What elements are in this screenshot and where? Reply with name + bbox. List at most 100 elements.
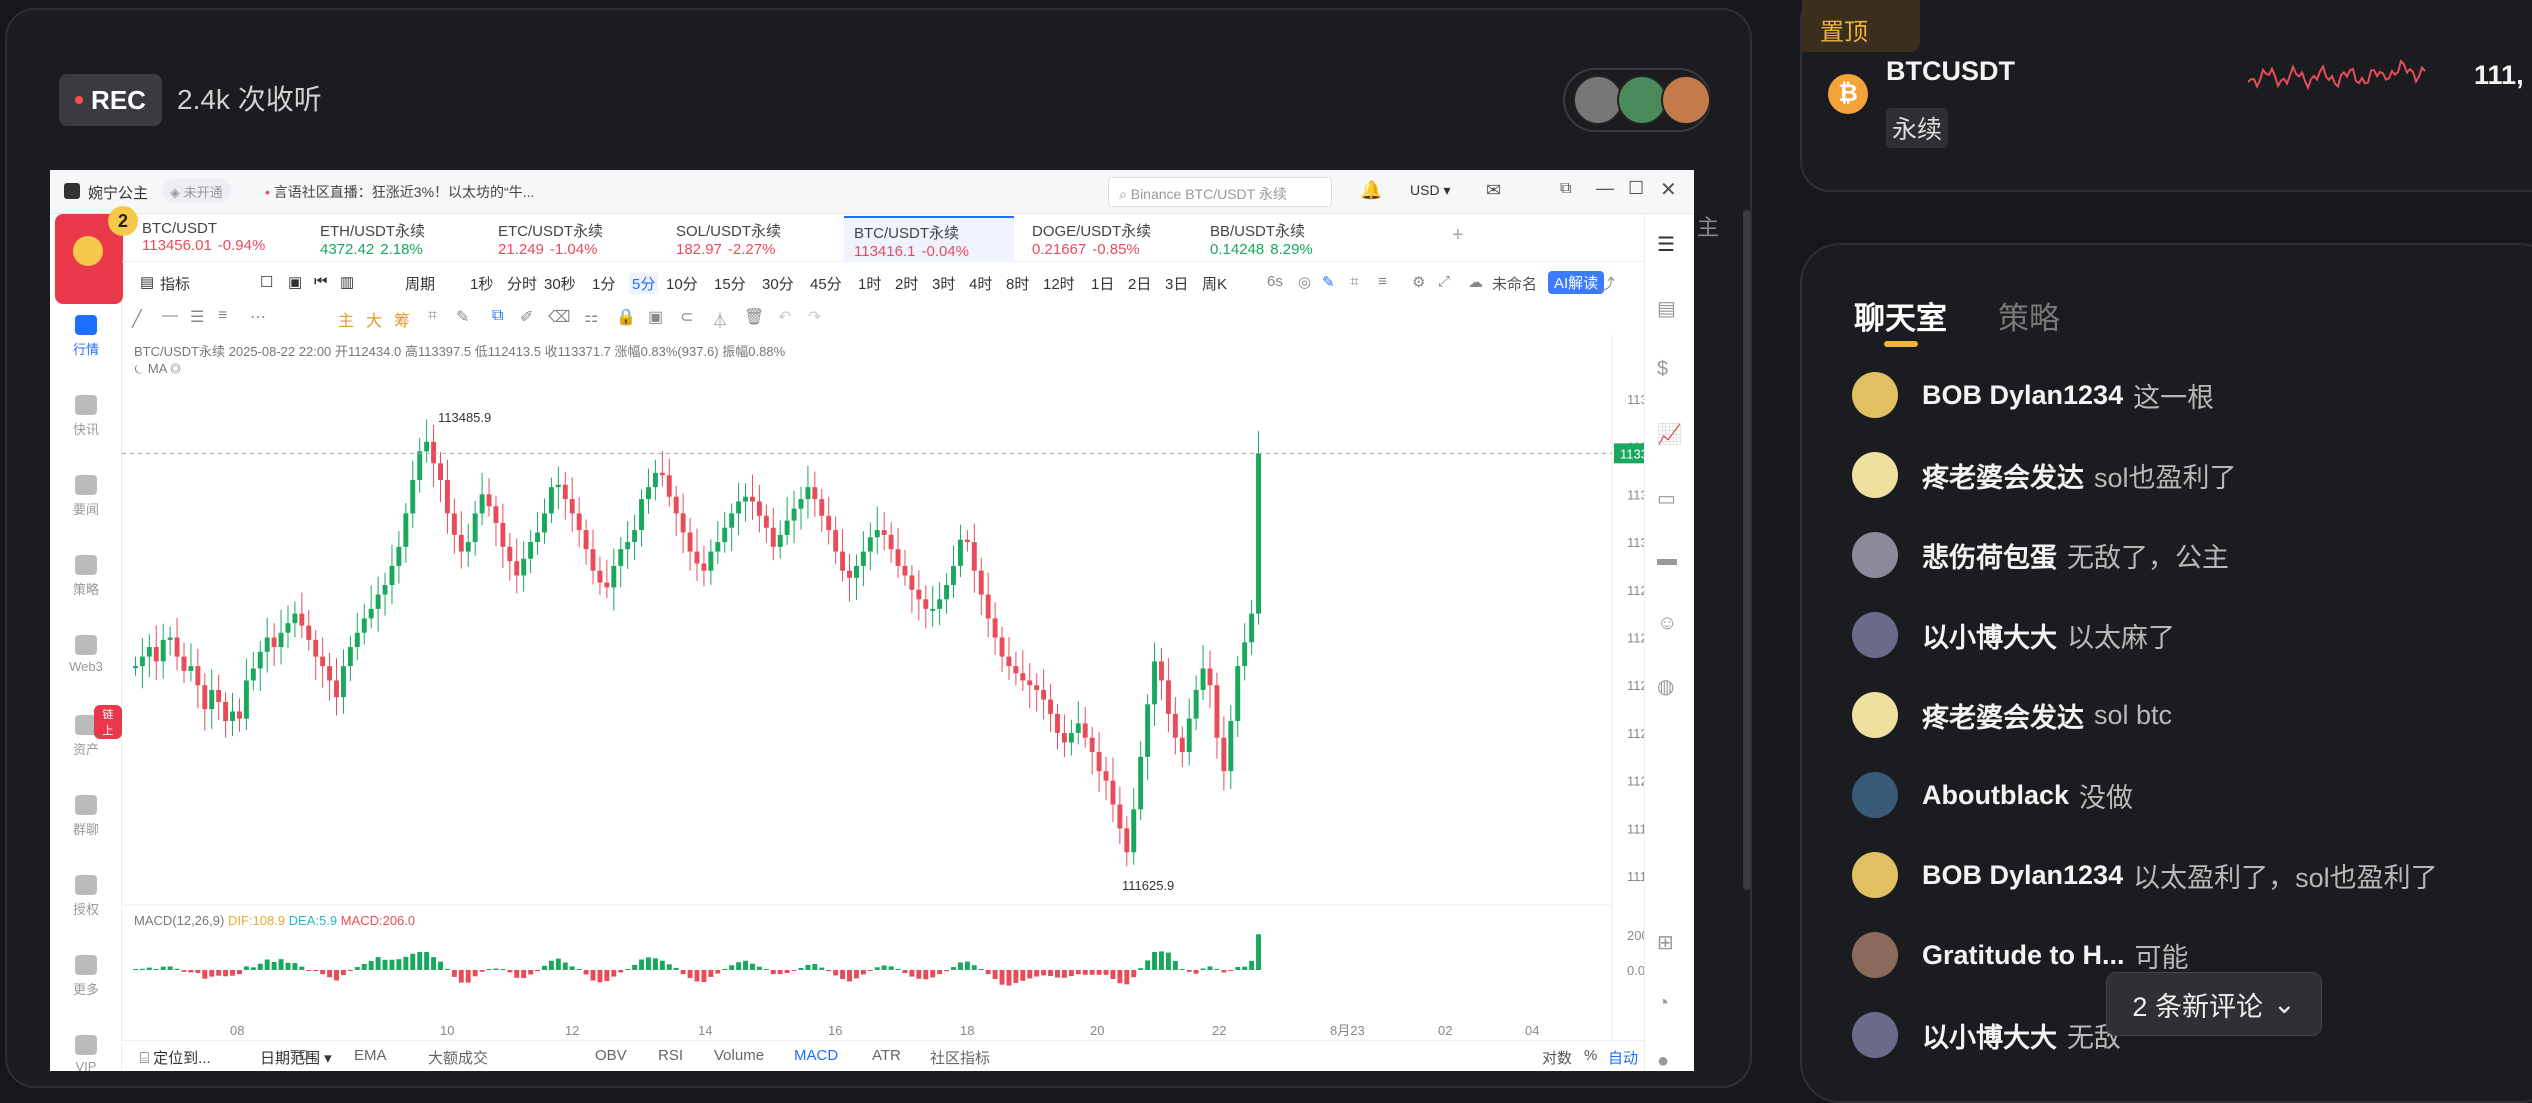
currency-select[interactable]: USD ▾ bbox=[1410, 182, 1450, 199]
symbol-tab[interactable]: BTC/USDT永续 113416.1 -0.04% bbox=[844, 216, 1014, 262]
symbol-tab[interactable]: ETC/USDT永续 21.249 -1.04% bbox=[488, 216, 658, 262]
chart-svg[interactable]: 113600.0113400.0113200.0113000.0112800.0… bbox=[122, 335, 1644, 1070]
nav-item[interactable]: 快讯 bbox=[50, 395, 122, 438]
nav-item[interactable]: 资产 链上 bbox=[50, 705, 122, 758]
indicator-toggle-0[interactable]: TD bbox=[290, 1047, 310, 1064]
lock-icon[interactable]: 🔒 bbox=[616, 307, 636, 327]
ma-legend[interactable]: ⏾ MA ◎ bbox=[134, 361, 181, 377]
line-tool-icon[interactable]: ╱ bbox=[132, 309, 142, 329]
chat-username[interactable]: Gratitude to H... bbox=[1922, 940, 2125, 971]
interval-3[interactable]: 1分 bbox=[592, 273, 615, 294]
indicator-toggle-2[interactable]: 大额成交 bbox=[428, 1047, 488, 1068]
symbol-tab[interactable]: BB/USDT永续 0.14248 8.29% bbox=[1200, 216, 1370, 262]
scrollbar[interactable] bbox=[1743, 210, 1750, 890]
interval-10[interactable]: 2时 bbox=[895, 273, 918, 294]
candlestick-chart[interactable]: 113600.0113400.0113200.0113000.0112800.0… bbox=[122, 335, 1692, 1070]
more-tools-icon[interactable]: ⋯ bbox=[250, 307, 266, 327]
layout-panel-icon[interactable]: ⊞ bbox=[1657, 930, 1674, 955]
chat-username[interactable]: Aboutblack bbox=[1922, 780, 2069, 811]
percent-scale-toggle[interactable]: % bbox=[1584, 1047, 1597, 1064]
indicator-toggle-8[interactable]: 社区指标 bbox=[930, 1047, 990, 1068]
copy-icon[interactable]: ⧉ bbox=[492, 307, 503, 325]
listener-avatars[interactable] bbox=[1563, 68, 1711, 132]
interval-13[interactable]: 8时 bbox=[1006, 273, 1029, 294]
chat-message[interactable]: BOB Dylan1234 以太盈利了，sol也盈利了 bbox=[1852, 845, 2438, 905]
chat-message[interactable]: 以小博大大 以太麻了 bbox=[1852, 605, 2175, 665]
auto-scale-toggle[interactable]: 自动 bbox=[1608, 1047, 1638, 1068]
replay-icon[interactable]: ⏮ bbox=[314, 273, 328, 290]
interval-6[interactable]: 15分 bbox=[714, 273, 746, 294]
interval-8[interactable]: 45分 bbox=[810, 273, 842, 294]
symbol-tab[interactable]: SOL/USDT永续 182.97 -2.27% bbox=[666, 216, 836, 262]
layout-name-select[interactable]: 未命名 bbox=[1492, 273, 1537, 294]
period-select[interactable]: 周期 bbox=[405, 273, 435, 294]
maximize-icon[interactable]: ☐ bbox=[1628, 178, 1644, 199]
avatar[interactable] bbox=[1852, 372, 1898, 418]
nav-item[interactable]: 授权 bbox=[50, 875, 122, 918]
layout-icon[interactable]: ▣ bbox=[288, 273, 302, 291]
chart-up-icon[interactable]: 📈 bbox=[1657, 422, 1682, 447]
trash-icon[interactable]: 🗑 bbox=[744, 307, 764, 327]
hline-tool-icon[interactable]: — bbox=[162, 307, 178, 325]
indicator-toggle-1[interactable]: EMA bbox=[354, 1047, 387, 1064]
chat-username[interactable]: BOB Dylan1234 bbox=[1922, 380, 2123, 411]
dollar-icon[interactable]: $ bbox=[1657, 358, 1668, 381]
redo-icon[interactable]: ↷ bbox=[808, 307, 821, 327]
interval-5[interactable]: 10分 bbox=[666, 273, 698, 294]
fullscreen-icon[interactable]: ⤢ bbox=[1438, 273, 1450, 290]
chip-tool[interactable]: 筹 bbox=[394, 307, 410, 331]
big-order-tool[interactable]: 大 bbox=[366, 307, 382, 331]
avatar[interactable] bbox=[1852, 932, 1898, 978]
settings-icon[interactable]: ⚙ bbox=[1412, 273, 1425, 291]
bell-icon[interactable]: 🔔 bbox=[1360, 180, 1382, 201]
chat-bubble-icon[interactable]: ● bbox=[1657, 1050, 1669, 1071]
chat-username[interactable]: 以小博大大 bbox=[1922, 1016, 2057, 1055]
tab-chatroom[interactable]: 聊天室 bbox=[1854, 293, 1947, 338]
monitor-icon[interactable]: ▭ bbox=[1657, 486, 1676, 511]
mail-icon[interactable]: ✉ bbox=[1486, 180, 1501, 201]
avatar[interactable] bbox=[1852, 1012, 1898, 1058]
chat-username[interactable]: 悲伤荷包蛋 bbox=[1922, 536, 2057, 575]
interval-2[interactable]: 30秒 bbox=[544, 273, 576, 294]
indicator-toggle-4[interactable]: RSI bbox=[658, 1047, 683, 1064]
eraser-icon[interactable]: ⌫ bbox=[548, 307, 571, 327]
user-name[interactable]: 婉宁公主 bbox=[88, 182, 148, 203]
avatar[interactable] bbox=[1852, 852, 1898, 898]
interval-1[interactable]: 分时 bbox=[507, 273, 537, 294]
tab-strategy[interactable]: 策略 bbox=[1998, 293, 2060, 338]
indicator-toggle-6[interactable]: MACD bbox=[794, 1047, 838, 1064]
symbol-tab[interactable]: ETH/USDT永续 4372.42 2.18% bbox=[310, 216, 480, 262]
chat-message[interactable]: 疼老婆会发达 sol btc bbox=[1852, 685, 2172, 745]
pattern-icon[interactable]: ⚏ bbox=[584, 307, 598, 327]
interval-9[interactable]: 1时 bbox=[858, 273, 881, 294]
nav-item[interactable]: 要闻 bbox=[50, 475, 122, 518]
status-badge[interactable]: ◈ 未开通 bbox=[162, 179, 231, 203]
nav-item[interactable]: Web3 bbox=[50, 635, 122, 674]
chat-username[interactable]: 疼老婆会发达 bbox=[1922, 696, 2084, 735]
avatar[interactable] bbox=[1852, 532, 1898, 578]
locate-button[interactable]: ⌸ 定位到... bbox=[140, 1047, 211, 1068]
nav-item[interactable]: 行情 bbox=[50, 315, 122, 358]
interval-16[interactable]: 2日 bbox=[1128, 273, 1151, 294]
interval-18[interactable]: 周K bbox=[1202, 273, 1227, 294]
interval-4[interactable]: 5分 bbox=[629, 273, 659, 294]
replay-mark-icon[interactable]: ⌗ bbox=[1350, 273, 1358, 290]
new-comments-button[interactable]: 2 条新评论 ⌄ bbox=[2106, 972, 2322, 1036]
card-icon[interactable]: ▬ bbox=[1657, 548, 1677, 571]
brush-icon[interactable]: ✎ bbox=[456, 307, 469, 327]
indicator-button[interactable]: 指标 bbox=[160, 273, 190, 294]
indicator-toggle-5[interactable]: Volume bbox=[714, 1047, 764, 1064]
nav-item[interactable]: 群聊 bbox=[50, 795, 122, 838]
indicator-icon[interactable]: ▤ bbox=[140, 273, 154, 291]
magnet-icon[interactable]: ⊂ bbox=[680, 307, 693, 327]
nav-item[interactable]: 更多 bbox=[50, 955, 122, 998]
filter-icon[interactable]: ⏃ bbox=[712, 307, 728, 331]
interval-11[interactable]: 3时 bbox=[932, 273, 955, 294]
news-ticker[interactable]: • 言语社区直播：狂涨近3%！以太坊的“牛... bbox=[265, 182, 585, 202]
globe-icon[interactable]: ◍ bbox=[1657, 674, 1674, 699]
robot-icon[interactable]: ☺ bbox=[1657, 612, 1677, 635]
share-icon[interactable]: ⤴ bbox=[1600, 273, 1615, 294]
camera-icon[interactable]: ◎ bbox=[1298, 273, 1311, 291]
channel-tool-icon[interactable]: ☰ bbox=[190, 307, 204, 327]
indicator-toggle-3[interactable]: OBV bbox=[595, 1047, 627, 1064]
